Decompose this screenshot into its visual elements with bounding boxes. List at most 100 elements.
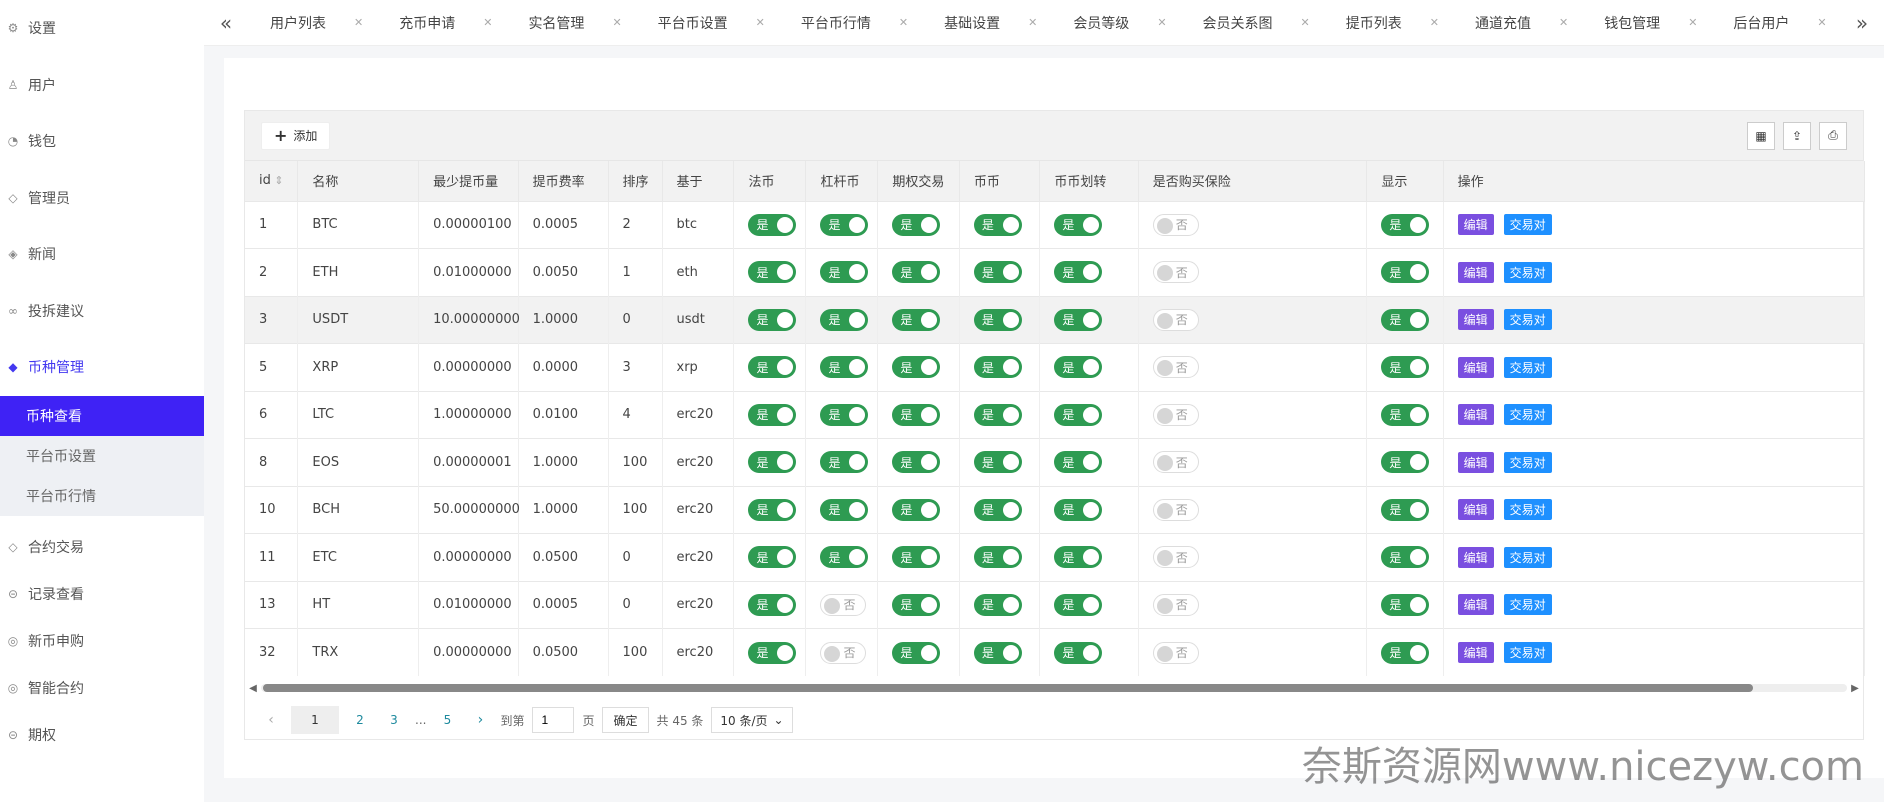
- toggle-switch-show[interactable]: 是: [1381, 451, 1430, 474]
- toggle-switch-show[interactable]: 是: [1381, 308, 1430, 331]
- toggle-switch-coin[interactable]: 是: [973, 213, 1022, 236]
- tabs-scroll-right-icon[interactable]: »: [1840, 0, 1884, 46]
- toggle-switch-coin[interactable]: 是: [973, 498, 1022, 521]
- page-2[interactable]: 2: [347, 706, 373, 734]
- sidebar-item[interactable]: ◆ 币种管理: [0, 339, 204, 396]
- toggle-switch-insurance[interactable]: 否: [1152, 593, 1199, 616]
- tabs-scroll-left-icon[interactable]: «: [204, 0, 248, 46]
- toggle-switch-option[interactable]: 是: [892, 213, 941, 236]
- close-icon[interactable]: ✕: [354, 16, 363, 29]
- close-icon[interactable]: ✕: [612, 16, 621, 29]
- toggle-switch-fiat[interactable]: 是: [748, 593, 797, 616]
- page-5[interactable]: 5: [434, 706, 460, 734]
- page-3[interactable]: 3: [381, 706, 407, 734]
- toggle-switch-coin[interactable]: 是: [973, 356, 1022, 379]
- toggle-switch-show[interactable]: 是: [1381, 546, 1430, 569]
- toggle-switch-show[interactable]: 是: [1381, 261, 1430, 284]
- toggle-switch-lever[interactable]: 是: [820, 213, 869, 236]
- edit-button[interactable]: 编辑: [1457, 594, 1494, 616]
- tab[interactable]: 通道充值 ✕: [1453, 3, 1582, 43]
- tab[interactable]: 充币申请 ✕: [377, 3, 506, 43]
- sidebar-item[interactable]: ◔ 钱包: [0, 113, 204, 170]
- toggle-switch-coin[interactable]: 是: [973, 261, 1022, 284]
- edit-button[interactable]: 编辑: [1457, 451, 1494, 473]
- tab[interactable]: 钱包管理 ✕: [1582, 3, 1711, 43]
- toggle-switch-fiat[interactable]: 是: [748, 546, 797, 569]
- toggle-switch-insurance[interactable]: 否: [1152, 451, 1199, 474]
- toggle-switch-option[interactable]: 是: [892, 498, 941, 521]
- sidebar-item[interactable]: ∞ 投拆建议: [0, 283, 204, 340]
- close-icon[interactable]: ✕: [1559, 16, 1568, 29]
- toggle-switch-fiat[interactable]: 是: [748, 498, 797, 521]
- tab[interactable]: 基础设置 ✕: [922, 3, 1051, 43]
- sidebar-item[interactable]: ◇ 管理员: [0, 170, 204, 227]
- goto-confirm-button[interactable]: 确定: [602, 707, 649, 733]
- scroll-left-icon[interactable]: ◀: [245, 683, 261, 694]
- toggle-switch-transfer[interactable]: 是: [1054, 498, 1103, 521]
- toggle-switch-show[interactable]: 是: [1381, 641, 1430, 664]
- sidebar-item[interactable]: ⊝ 记录查看: [0, 571, 204, 618]
- toggle-switch-option[interactable]: 是: [892, 261, 941, 284]
- sidebar-subitem[interactable]: 平台币设置: [0, 436, 204, 476]
- trading-pair-button[interactable]: 交易对: [1503, 261, 1552, 283]
- toggle-switch-option[interactable]: 是: [892, 451, 941, 474]
- scroll-right-icon[interactable]: ▶: [1847, 683, 1863, 694]
- toggle-switch-option[interactable]: 是: [892, 356, 941, 379]
- toggle-switch-transfer[interactable]: 是: [1054, 261, 1103, 284]
- toggle-switch-coin[interactable]: 是: [973, 546, 1022, 569]
- print-icon[interactable]: ⎙: [1819, 121, 1847, 150]
- tab[interactable]: 用户列表 ✕: [248, 3, 377, 43]
- tab[interactable]: 提币列表 ✕: [1324, 3, 1453, 43]
- toggle-switch-lever[interactable]: 是: [820, 451, 869, 474]
- toggle-switch-lever[interactable]: 是: [820, 546, 869, 569]
- toggle-switch-insurance[interactable]: 否: [1152, 308, 1199, 331]
- toggle-switch-show[interactable]: 是: [1381, 213, 1430, 236]
- sidebar-item[interactable]: ◇ 合约交易: [0, 524, 204, 571]
- prev-page-icon[interactable]: ‹: [259, 712, 283, 728]
- close-icon[interactable]: ✕: [1157, 16, 1166, 29]
- toggle-switch-coin[interactable]: 是: [973, 403, 1022, 426]
- close-icon[interactable]: ✕: [756, 16, 765, 29]
- sidebar-item[interactable]: ◎ 新币申购: [0, 618, 204, 665]
- trading-pair-button[interactable]: 交易对: [1503, 499, 1552, 521]
- close-icon[interactable]: ✕: [1028, 16, 1037, 29]
- trading-pair-button[interactable]: 交易对: [1503, 642, 1552, 663]
- close-icon[interactable]: ✕: [1817, 16, 1826, 29]
- toggle-switch-transfer[interactable]: 是: [1054, 546, 1103, 569]
- edit-button[interactable]: 编辑: [1457, 404, 1494, 426]
- toggle-switch-lever[interactable]: 是: [820, 403, 869, 426]
- toggle-switch-lever[interactable]: 是: [820, 261, 869, 284]
- toggle-switch-lever[interactable]: 否: [820, 593, 867, 616]
- toggle-switch-fiat[interactable]: 是: [748, 356, 797, 379]
- toggle-switch-transfer[interactable]: 是: [1054, 593, 1103, 616]
- toggle-switch-coin[interactable]: 是: [973, 641, 1022, 664]
- sidebar-item[interactable]: ⊝ 期权: [0, 712, 204, 759]
- sort-icon[interactable]: ⇕: [271, 174, 283, 187]
- toggle-switch-insurance[interactable]: 否: [1152, 546, 1199, 569]
- toggle-switch-transfer[interactable]: 是: [1054, 213, 1103, 236]
- trading-pair-button[interactable]: 交易对: [1503, 451, 1552, 473]
- edit-button[interactable]: 编辑: [1457, 261, 1494, 283]
- edit-button[interactable]: 编辑: [1457, 499, 1494, 521]
- columns-icon[interactable]: ▦: [1747, 121, 1775, 150]
- toggle-switch-insurance[interactable]: 否: [1152, 261, 1199, 284]
- toggle-switch-fiat[interactable]: 是: [748, 261, 797, 284]
- toggle-switch-transfer[interactable]: 是: [1054, 641, 1103, 664]
- toggle-switch-insurance[interactable]: 否: [1152, 213, 1199, 236]
- toggle-switch-option[interactable]: 是: [892, 403, 941, 426]
- sidebar-item[interactable]: ◎ 智能合约: [0, 665, 204, 712]
- toggle-switch-fiat[interactable]: 是: [748, 451, 797, 474]
- toggle-switch-show[interactable]: 是: [1381, 356, 1430, 379]
- close-icon[interactable]: ✕: [1688, 16, 1697, 29]
- toggle-switch-lever[interactable]: 否: [820, 641, 867, 664]
- edit-button[interactable]: 编辑: [1457, 214, 1494, 236]
- scroll-thumb[interactable]: [263, 684, 1753, 692]
- trading-pair-button[interactable]: 交易对: [1503, 309, 1552, 331]
- trading-pair-button[interactable]: 交易对: [1503, 356, 1552, 378]
- close-icon[interactable]: ✕: [1301, 16, 1310, 29]
- sidebar-subitem[interactable]: 平台币行情: [0, 476, 204, 516]
- edit-button[interactable]: 编辑: [1457, 642, 1494, 663]
- tab[interactable]: 后台用户 ✕: [1711, 3, 1840, 43]
- toggle-switch-transfer[interactable]: 是: [1054, 308, 1103, 331]
- toggle-switch-transfer[interactable]: 是: [1054, 403, 1103, 426]
